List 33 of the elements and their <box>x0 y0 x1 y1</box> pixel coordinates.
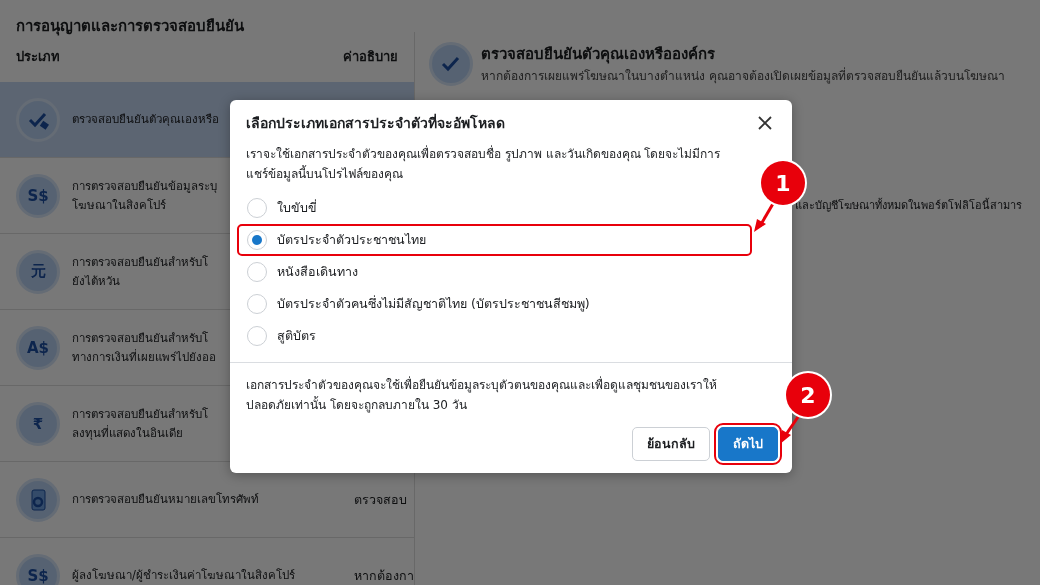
type-name: การตรวจสอบยืนยันหมายเลขโทรศัพท์ <box>72 491 259 508</box>
back-button[interactable]: ย้อนกลับ <box>632 427 710 461</box>
verified-check-icon <box>16 97 60 142</box>
step-badge: 2 <box>786 373 830 417</box>
option-label: สูติบัตร <box>277 327 316 346</box>
type-name: โฆษณาในสิงคโปร์ <box>72 196 166 214</box>
type-name: ลงทุนที่แสดงในอินเดีย <box>72 424 183 442</box>
column-header: ประเภท <box>16 48 60 66</box>
currency-icon: A$ <box>16 325 60 370</box>
column-header: ค่าอธิบาย <box>343 48 398 66</box>
detail-title: ตรวจสอบยืนยันตัวคุณเองหรือองค์กร <box>481 44 716 66</box>
type-name: ผู้ลงโฆษณา/ผู้ชำระเงินค่าโฆษณาในสิงคโปร์ <box>72 567 295 584</box>
currency-icon: 元 <box>16 249 60 294</box>
type-name: ตรวจสอบยืนยันตัวคุณเองหรือ <box>72 111 219 128</box>
type-description: ตรวจสอบ <box>354 490 407 509</box>
currency-icon: S$ <box>16 553 60 585</box>
type-description: หากต้องกา <box>354 566 414 585</box>
type-name: การตรวจสอบยืนยันข้อมูลระบุ <box>72 177 217 195</box>
type-name: ทางการเงินที่เผยแพร่ไปยังออ <box>72 348 216 366</box>
radio-option[interactable]: บัตรประจำตัวประชาชนไทย <box>237 224 752 256</box>
detail-text: และบัญชีโฆษณาทั้งหมดในพอร์ตโฟลิโอนี้สามาร <box>795 197 1023 214</box>
verified-check-icon <box>429 42 473 86</box>
verification-type-row[interactable]: S$ ผู้ลงโฆษณา/ผู้ชำระเงินค่าโฆษณาในสิงคโปร์ หากต้องกา <box>0 538 414 585</box>
currency-icon: ₹ <box>16 401 60 446</box>
phone-icon <box>16 477 60 522</box>
type-name: การตรวจสอบยืนยันสำหรับโ <box>72 253 208 271</box>
type-name: การตรวจสอบยืนยันสำหรับโ <box>72 329 208 347</box>
type-name: ยังไต้หวัน <box>72 272 120 290</box>
option-label: ใบขับขี่ <box>277 198 317 217</box>
currency-icon: S$ <box>16 173 60 218</box>
detail-subtitle: หากต้องการเผยแพร่โฆษณาในบางตำแหน่ง คุณอาจต้องเปิดเผยข้อมูลที่ตรวจสอบยืนยันแล้วบนโฆษณา <box>481 66 1005 85</box>
option-label: หนังสือเดินทาง <box>277 263 358 281</box>
type-name: การตรวจสอบยืนยันสำหรับโ <box>72 405 208 423</box>
